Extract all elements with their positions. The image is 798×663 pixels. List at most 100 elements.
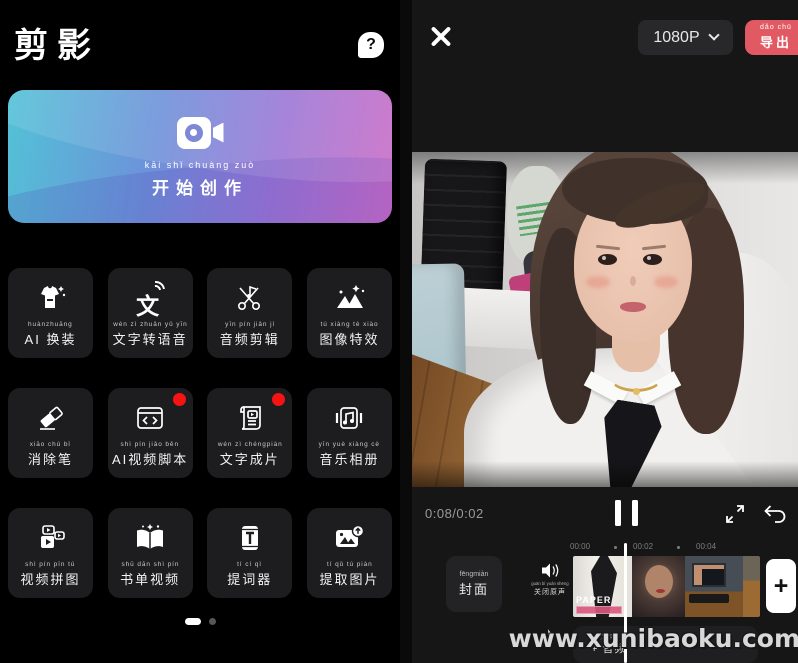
page-dot-active (185, 618, 201, 625)
tile-label: 提取图片 (319, 569, 379, 588)
question-mark-icon: ? (366, 37, 376, 53)
tile-pinyin: wén zì chéngpiàn (217, 441, 282, 447)
export-button[interactable]: dǎo chū 导出 (745, 20, 798, 55)
video-track[interactable]: PAPER (573, 556, 760, 617)
tile-label: 音频剪辑 (220, 329, 280, 348)
tile-pinyin: yīn yuè xiàng cè (319, 441, 380, 447)
watermark-text: www.xunibaoku.com (509, 624, 798, 653)
start-creating-button[interactable]: kāi shǐ chuàng zuò 开始创作 (8, 90, 392, 223)
tile-icon (235, 398, 265, 438)
ruler-tick: 00:04 (696, 542, 716, 551)
tile-audio-cut[interactable]: yīn pín jiǎn jí 音频剪辑 (207, 268, 292, 358)
tile-icon (332, 278, 366, 318)
camera-icon (177, 115, 224, 151)
tile-icon: 文 (133, 278, 167, 318)
home-header: 剪影 ? (0, 0, 400, 66)
notification-dot (173, 393, 186, 406)
home-panel: 剪影 ? kāi shǐ chuàng zuò 开始创作 huànzhuāng … (0, 0, 400, 663)
tile-icon (34, 278, 68, 318)
resolution-dropdown[interactable]: 1080P (638, 20, 733, 55)
tile-pinyin: tí cí qì (237, 561, 262, 567)
tile-eraser[interactable]: xiāo chú bǐ 消除笔 (8, 388, 93, 478)
app-root: 剪影 ? kāi shǐ chuàng zuò 开始创作 huànzhuāng … (0, 0, 798, 663)
tile-label: 文字转语音 (113, 329, 188, 348)
video-preview[interactable] (412, 152, 798, 487)
cover-label: 封面 (459, 579, 489, 598)
speaker-icon (540, 562, 560, 579)
tile-pinyin: yīn pín jiǎn jí (225, 321, 275, 327)
pause-button[interactable] (615, 500, 638, 526)
export-pinyin: dǎo chū (760, 24, 792, 31)
tile-icon (332, 398, 366, 438)
tile-icon (236, 518, 264, 558)
tile-pinyin: tú xiàng tè xiào (320, 321, 378, 327)
cover-button[interactable]: fēngmiàn 封面 (446, 556, 502, 612)
clip-overlay-subtitle (576, 606, 622, 614)
timeline-ruler: 00:00 00:02 00:04 (400, 542, 798, 554)
mute-label: 关闭原声 (534, 587, 566, 597)
page-dot (209, 618, 216, 625)
tile-icon (133, 518, 167, 558)
undo-icon[interactable] (761, 503, 787, 528)
ruler-tick: 00:02 (633, 542, 653, 551)
tile-music-album[interactable]: yīn yuè xiàng cè 音乐相册 (307, 388, 392, 478)
export-label: 导出 (760, 32, 792, 51)
tile-image-fx[interactable]: tú xiàng tè xiào 图像特效 (307, 268, 392, 358)
fullscreen-icon[interactable] (724, 503, 746, 530)
tile-ai-outfit[interactable]: huànzhuāng AI 换装 (8, 268, 93, 358)
tile-label: 文字成片 (220, 449, 280, 468)
tile-icon (234, 278, 266, 318)
tile-label: 音乐相册 (319, 449, 379, 468)
chevron-down-icon (708, 29, 719, 40)
ruler-tick: 00:00 (570, 542, 590, 551)
tile-label: AI视频脚本 (112, 449, 188, 468)
notification-dot (272, 393, 285, 406)
preview-art (633, 388, 640, 395)
time-display: 0:08/0:02 (425, 506, 484, 521)
tile-ai-script[interactable]: shì pín jiǎo běn AI视频脚本 (108, 388, 193, 478)
clip-overlay-text: PAPER (576, 595, 611, 605)
tile-pinyin: tí qǔ tú piàn (327, 561, 373, 567)
ruler-dot (677, 546, 680, 549)
close-button[interactable] (426, 21, 456, 51)
tile-label: AI 换装 (25, 329, 77, 348)
clip-thumbnail[interactable] (685, 556, 743, 617)
tile-icon (134, 398, 166, 438)
resolution-label: 1080P (653, 29, 699, 47)
tile-pinyin: xiāo chú bǐ (30, 441, 71, 447)
tile-pinyin: huànzhuāng (28, 321, 73, 327)
tile-booklist-video[interactable]: shū dān shì pín 书单视频 (108, 508, 193, 598)
tile-extract-image[interactable]: tí qǔ tú piàn 提取图片 (307, 508, 392, 598)
tile-label: 提词器 (227, 569, 272, 588)
tile-label: 消除笔 (28, 449, 73, 468)
tile-icon (35, 398, 67, 438)
mute-pinyin: guān bì yuán shēng (531, 581, 568, 586)
clip-thumbnail[interactable] (743, 556, 760, 617)
tile-text-to-video[interactable]: wén zì chéngpiàn 文字成片 (207, 388, 292, 478)
help-button[interactable]: ? (358, 32, 384, 58)
tile-text-to-speech[interactable]: 文 wén zì zhuǎn yǔ yīn 文字转语音 (108, 268, 193, 358)
tile-pinyin: shū dān shì pín (121, 561, 179, 567)
feature-grid: huànzhuāng AI 换装 文 wén zì zhuǎn yǔ yīn 文… (8, 268, 392, 598)
tile-label: 书单视频 (120, 569, 180, 588)
tile-icon (332, 518, 366, 558)
page-indicator[interactable] (0, 618, 400, 625)
start-creating-label: 开始创作 (152, 174, 248, 199)
add-clip-button[interactable]: + (766, 559, 796, 613)
tile-video-collage[interactable]: shì pín pīn tú 视频拼图 (8, 508, 93, 598)
tile-label: 视频拼图 (20, 569, 80, 588)
tile-pinyin: wén zì zhuǎn yǔ yīn (113, 321, 187, 327)
tile-pinyin: shì pín pīn tú (25, 561, 75, 567)
ruler-dot (614, 546, 617, 549)
editor-panel: 1080P dǎo chū 导出 (400, 0, 798, 663)
clip-thumbnail[interactable] (632, 556, 685, 617)
app-logo: 剪影 (14, 26, 100, 66)
cover-pinyin: fēngmiàn (460, 571, 489, 578)
tile-icon (35, 518, 67, 558)
tile-teleprompter[interactable]: tí cí qì 提词器 (207, 508, 292, 598)
start-creating-pinyin: kāi shǐ chuàng zuò (145, 160, 256, 170)
tile-label: 图像特效 (319, 329, 379, 348)
preview-art (412, 461, 798, 487)
tile-pinyin: shì pín jiǎo běn (121, 441, 179, 447)
mute-original-sound-button[interactable]: guān bì yuán shēng 关闭原声 (528, 562, 572, 597)
